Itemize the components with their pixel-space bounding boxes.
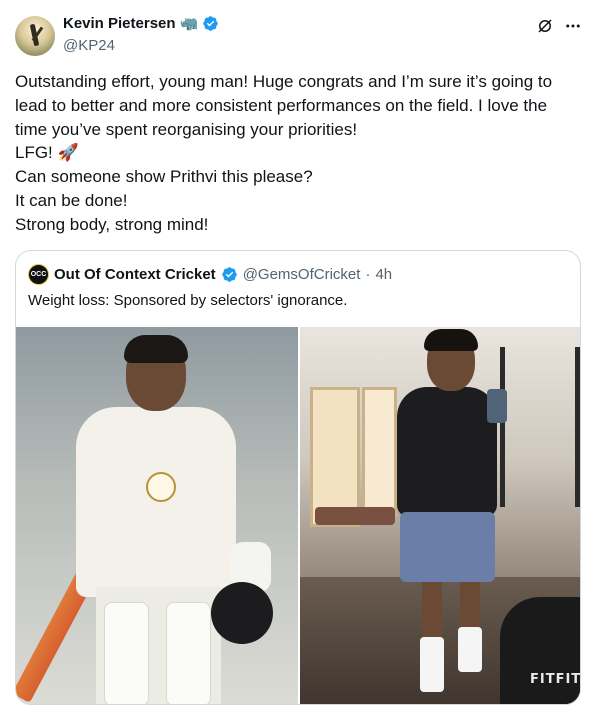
- more-options-icon[interactable]: [564, 17, 582, 35]
- tweet-line: time you’ve spent reorganising your prio…: [15, 119, 358, 139]
- grok-icon[interactable]: [536, 17, 554, 35]
- quoted-author-name[interactable]: Out Of Context Cricket: [54, 266, 216, 283]
- quoted-tweet-text: Weight loss: Sponsored by selectors' ign…: [28, 292, 348, 309]
- author-avatar[interactable]: [15, 16, 55, 56]
- gym-brand-text: FITFIT: [530, 672, 581, 687]
- tweet-line: lead to better and more consistent perfo…: [15, 95, 548, 115]
- quoted-tweet-media: FITFIT: [16, 327, 581, 704]
- separator-dot: ·: [365, 266, 371, 283]
- quoted-author-avatar[interactable]: OCC: [28, 264, 49, 285]
- author-handle[interactable]: @KP24: [63, 37, 115, 54]
- tweet-line: Outstanding effort, young man! Huge cong…: [15, 72, 553, 91]
- tweet-line: Strong body, strong mind!: [15, 214, 209, 234]
- quoted-author-handle[interactable]: @GemsOfCricket: [243, 266, 361, 283]
- tweet-line: Can someone show Prithvi this please?: [15, 167, 313, 187]
- tweet-line: LFG! 🚀: [15, 143, 79, 163]
- tweet-body: Outstanding effort, young man! Huge cong…: [15, 70, 585, 237]
- gym-mirror-selfie-photo[interactable]: FITFIT: [300, 327, 581, 704]
- author-name-row: Kevin Pietersen 🦏: [63, 14, 219, 32]
- quoted-tweet-time[interactable]: 4h: [375, 266, 392, 283]
- quoted-tweet-header: OCC Out Of Context Cricket @GemsOfCricke…: [28, 264, 392, 285]
- verified-badge-icon[interactable]: [202, 15, 219, 32]
- cricketer-celebrating-photo[interactable]: [16, 327, 298, 704]
- author-name[interactable]: Kevin Pietersen: [63, 15, 176, 32]
- quoted-tweet-card[interactable]: OCC Out Of Context Cricket @GemsOfCricke…: [15, 250, 581, 705]
- rhino-emoji-icon: 🦏: [179, 15, 199, 32]
- tweet-line: It can be done!: [15, 190, 128, 210]
- tweet-header: Kevin Pietersen 🦏 @KP24: [15, 13, 585, 59]
- verified-badge-icon[interactable]: [221, 266, 238, 283]
